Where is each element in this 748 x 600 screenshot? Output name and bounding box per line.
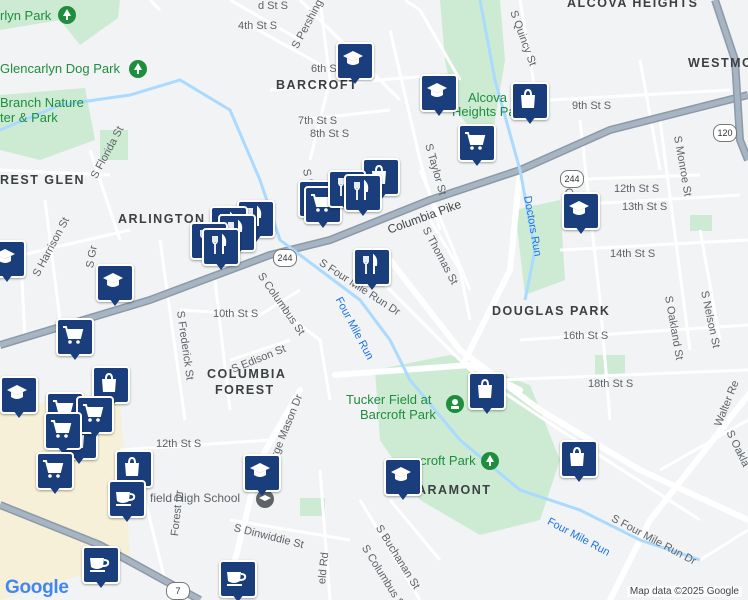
neighborhood-label: ALCOVA HEIGHTS	[567, 0, 699, 10]
park-label[interactable]: Branch Nature	[0, 96, 84, 109]
street-label: 12th St S	[614, 183, 660, 195]
cafe-pin[interactable]	[108, 480, 146, 524]
shopping-cart-icon	[63, 326, 84, 344]
shopping-cart-icon	[43, 460, 64, 478]
street-label: 14th St S	[610, 248, 656, 260]
graduation-cap-icon	[391, 467, 411, 481]
school-pin[interactable]	[384, 458, 422, 502]
grocery-pin[interactable]	[36, 452, 74, 496]
shopping-cart-icon	[51, 420, 72, 438]
shopping-cart-icon	[465, 132, 486, 150]
restaurant-pin[interactable]	[202, 228, 240, 272]
park-label[interactable]: ter & Park	[0, 111, 58, 124]
shopping-bag-icon	[102, 372, 116, 392]
shopping-bag-icon	[521, 88, 535, 108]
neighborhood-label: DOUGLAS PARK	[492, 304, 611, 318]
school-pin[interactable]	[0, 240, 26, 284]
street-label: 7th St S	[298, 115, 338, 127]
google-logo[interactable]: Google	[5, 577, 69, 599]
school-pin[interactable]	[420, 74, 458, 118]
grocery-pin[interactable]	[458, 124, 496, 168]
graduation-cap-icon	[0, 249, 15, 263]
sports-field-icon[interactable]	[446, 395, 464, 413]
shopping-bag-icon	[478, 378, 492, 398]
fork-knife-icon	[354, 179, 369, 200]
street-label: 8th St S	[310, 128, 350, 140]
street-label: field High School	[150, 491, 241, 505]
street-label: 10th St S	[213, 308, 259, 320]
street-label: 4th St S	[238, 20, 278, 32]
route-shield: 7	[166, 582, 190, 600]
route-shield: 244	[273, 249, 297, 267]
shopping-pin[interactable]	[468, 372, 506, 416]
cafe-pin[interactable]	[82, 546, 120, 590]
park-label[interactable]: Barcroft Park	[360, 408, 436, 421]
street-label: 9th St S	[572, 100, 612, 112]
graduation-cap-icon	[103, 273, 123, 287]
graduation-cap-icon	[569, 201, 589, 215]
fork-knife-icon	[212, 233, 227, 254]
park-label[interactable]: croft Park	[420, 454, 476, 467]
route-shield: 244	[560, 170, 584, 188]
school-pin[interactable]	[562, 192, 600, 236]
route-shield: 120	[713, 124, 737, 142]
street-label: d St S	[258, 0, 288, 12]
graduation-cap-icon	[7, 385, 27, 399]
park-label[interactable]: Alcova	[468, 91, 507, 104]
park-label[interactable]: rlyn Park	[0, 9, 51, 22]
map-canvas[interactable]: ALCOVA HEIGHTS WESTMO BARCROFT REST GLEN…	[0, 0, 748, 600]
restaurant-pin[interactable]	[344, 174, 382, 218]
cafe-pin[interactable]	[219, 560, 257, 600]
street-label: 16th St S	[563, 330, 609, 342]
grocery-pin[interactable]	[44, 412, 82, 456]
google-logo-text: Google	[5, 577, 69, 598]
tree-icon[interactable]	[58, 6, 76, 24]
shopping-bag-icon	[125, 456, 139, 476]
school-pin[interactable]	[336, 42, 374, 86]
school-pin[interactable]	[0, 376, 38, 420]
street-label: 13th St S	[622, 201, 668, 213]
street-label: 12th St S	[156, 438, 202, 450]
neighborhood-label: ARAMONT	[417, 483, 492, 497]
shopping-pin[interactable]	[511, 82, 549, 126]
school-pin[interactable]	[96, 264, 134, 308]
map-attribution[interactable]: Map data ©2025 Google	[626, 586, 742, 597]
shopping-cart-icon	[83, 404, 104, 422]
tree-icon[interactable]	[481, 452, 499, 470]
coffee-cup-icon	[227, 572, 247, 586]
graduation-cap-icon	[343, 51, 363, 65]
graduation-cap-icon	[250, 463, 270, 477]
restaurant-pin[interactable]	[353, 248, 391, 292]
neighborhood-label: WESTMO	[688, 56, 748, 70]
street-label: 18th St S	[588, 378, 634, 390]
graduation-cap-icon	[427, 83, 447, 97]
shopping-pin[interactable]	[560, 440, 598, 484]
park-label[interactable]: Tucker Field at	[346, 393, 432, 406]
neighborhood-label: REST GLEN	[0, 173, 86, 187]
coffee-cup-icon	[90, 558, 110, 572]
grocery-pin[interactable]	[56, 318, 94, 362]
fork-knife-icon	[363, 253, 378, 274]
park-label[interactable]: Glencarlyn Dog Park	[0, 62, 120, 75]
school-pin[interactable]	[243, 454, 281, 498]
coffee-cup-icon	[116, 492, 136, 506]
neighborhood-label: FOREST	[215, 383, 275, 397]
tree-icon[interactable]	[129, 60, 147, 78]
shopping-bag-icon	[570, 446, 584, 466]
